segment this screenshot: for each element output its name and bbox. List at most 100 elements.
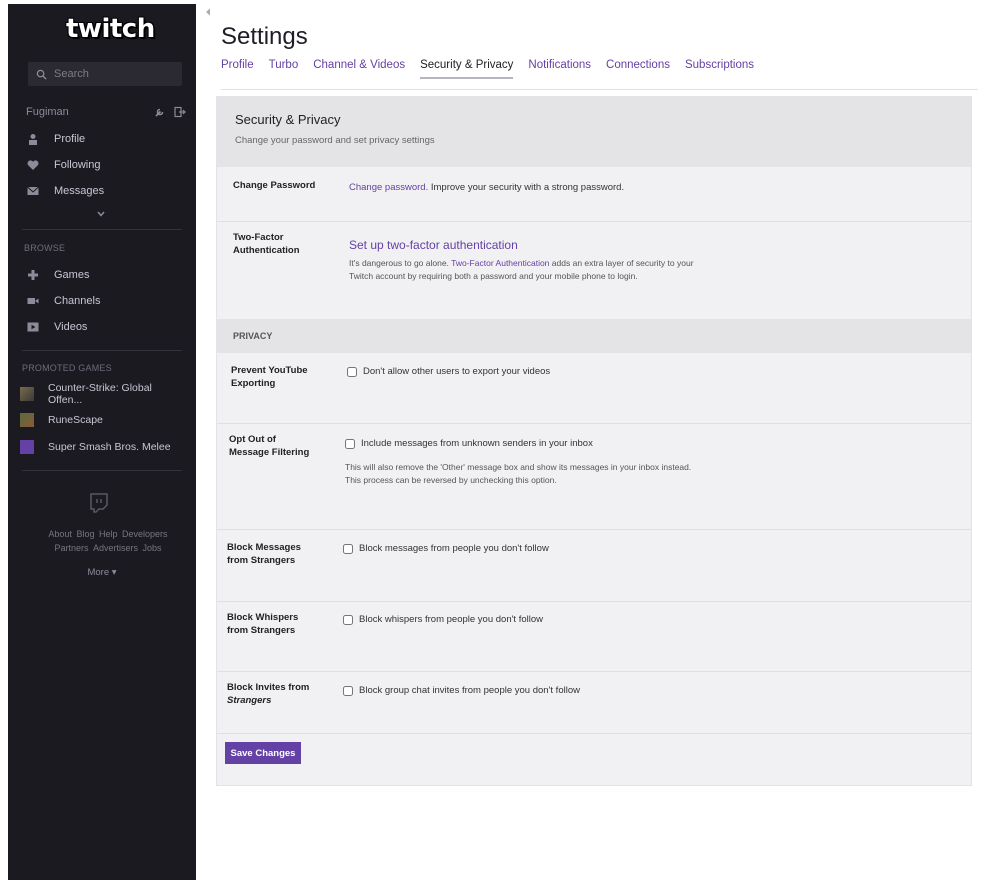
sidebar-item-label: Games bbox=[54, 269, 90, 281]
message-filtering-checkbox-label: Include messages from unknown senders in… bbox=[361, 438, 593, 449]
block-whispers-option[interactable]: Block whispers from people you don't fol… bbox=[343, 614, 543, 625]
sidebar: twitch Fugiman Profile Following Message… bbox=[8, 4, 196, 880]
footer-link-blog[interactable]: Blog bbox=[76, 529, 94, 539]
tab-profile[interactable]: Profile bbox=[221, 59, 254, 79]
block-messages-option[interactable]: Block messages from people you don't fol… bbox=[343, 543, 549, 554]
footer-link-jobs[interactable]: Jobs bbox=[143, 543, 162, 553]
promoted-game-smash[interactable]: Super Smash Bros. Melee bbox=[20, 438, 188, 456]
message-filtering-label: Opt Out of Message Filtering bbox=[229, 433, 334, 459]
promoted-game-csgo[interactable]: Counter-Strike: Global Offen... bbox=[20, 382, 188, 406]
sidebar-item-videos[interactable]: Videos bbox=[26, 318, 186, 336]
block-invites-checkbox[interactable] bbox=[343, 685, 353, 696]
block-messages-label-line2: from Strangers bbox=[227, 555, 296, 566]
two-factor-help-pre: It's dangerous to go alone. bbox=[349, 258, 449, 268]
two-factor-label-line1: Two-Factor bbox=[233, 232, 284, 243]
user-row: Fugiman bbox=[26, 106, 186, 118]
tab-security-privacy[interactable]: Security & Privacy bbox=[420, 59, 514, 79]
block-invites-label-line2: Strangers bbox=[227, 695, 272, 706]
message-filtering-help: This will also remove the 'Other' messag… bbox=[345, 462, 692, 485]
logout-icon[interactable] bbox=[174, 106, 186, 118]
person-icon bbox=[26, 132, 40, 146]
settings-panel: Security & Privacy Change your password … bbox=[216, 96, 972, 786]
sidebar-divider bbox=[22, 350, 182, 351]
change-password-label: Change Password bbox=[233, 180, 316, 191]
footer-link-help[interactable]: Help bbox=[99, 529, 118, 539]
twitch-logo[interactable]: twitch bbox=[66, 14, 155, 44]
block-invites-checkbox-label: Block group chat invites from people you… bbox=[359, 685, 580, 696]
change-password-text: Improve your security with a strong pass… bbox=[430, 182, 625, 193]
sidebar-item-messages[interactable]: Messages bbox=[26, 182, 186, 200]
change-password-row: Change password. Improve your security w… bbox=[349, 182, 624, 193]
youtube-export-label: Prevent YouTube Exporting bbox=[231, 364, 336, 390]
page-title: Settings bbox=[221, 23, 308, 50]
panel-subtitle: Change your password and set privacy set… bbox=[235, 135, 435, 146]
more-dropdown[interactable]: More ▾ bbox=[8, 567, 196, 578]
sidebar-item-label: Videos bbox=[54, 321, 88, 333]
message-filtering-option[interactable]: Include messages from unknown senders in… bbox=[345, 438, 593, 449]
heart-icon bbox=[26, 158, 40, 172]
tab-subscriptions[interactable]: Subscriptions bbox=[685, 59, 754, 79]
promoted-game-runescape[interactable]: RuneScape bbox=[20, 411, 188, 429]
change-password-link[interactable]: Change password. bbox=[349, 182, 428, 193]
block-whispers-label-line1: Block Whispers bbox=[227, 612, 299, 623]
tab-notifications[interactable]: Notifications bbox=[528, 59, 591, 79]
footer-link-advertisers[interactable]: Advertisers bbox=[93, 543, 138, 553]
two-factor-help: It's dangerous to go alone. Two-Factor A… bbox=[349, 257, 709, 283]
row-divider bbox=[217, 733, 971, 734]
sidebar-item-label: Messages bbox=[54, 185, 105, 197]
message-filtering-checkbox[interactable] bbox=[345, 438, 355, 449]
sidebar-divider bbox=[22, 470, 182, 471]
game-thumbnail bbox=[20, 413, 34, 427]
footer-link-developers[interactable]: Developers bbox=[122, 529, 168, 539]
row-divider bbox=[217, 529, 971, 530]
sidebar-item-channels[interactable]: Channels bbox=[26, 292, 186, 310]
two-factor-label-line2: Authentication bbox=[233, 245, 300, 256]
block-messages-checkbox[interactable] bbox=[343, 543, 353, 554]
block-messages-checkbox-label: Block messages from people you don't fol… bbox=[359, 543, 549, 554]
youtube-export-label-line1: Prevent YouTube bbox=[231, 365, 308, 376]
browse-heading: BROWSE bbox=[24, 243, 66, 253]
block-invites-label-line1: Block Invites from bbox=[227, 682, 310, 693]
panel-header: Security & Privacy Change your password … bbox=[217, 97, 971, 167]
block-whispers-label-line2: from Strangers bbox=[227, 625, 296, 636]
two-factor-help-link[interactable]: Two-Factor Authentication bbox=[451, 258, 549, 268]
privacy-section-header: PRIVACY bbox=[217, 319, 971, 353]
gamepad-icon bbox=[26, 268, 40, 282]
tabs-divider bbox=[221, 89, 978, 90]
settings-tabs: Profile Turbo Channel & Videos Security … bbox=[221, 59, 769, 79]
row-divider bbox=[217, 423, 971, 424]
tab-turbo[interactable]: Turbo bbox=[269, 59, 299, 79]
block-invites-label: Block Invites from Strangers bbox=[227, 681, 332, 707]
sidebar-item-profile[interactable]: Profile bbox=[26, 130, 186, 148]
footer-link-about[interactable]: About bbox=[48, 529, 72, 539]
save-changes-button[interactable]: Save Changes bbox=[225, 742, 301, 764]
sidebar-item-following[interactable]: Following bbox=[26, 156, 186, 174]
panel-title: Security & Privacy bbox=[235, 112, 341, 127]
collapse-sidebar-icon[interactable] bbox=[205, 8, 211, 16]
two-factor-setup-link[interactable]: Set up two-factor authentication bbox=[349, 238, 518, 252]
footer-links: About Blog Help Developers Partners Adve… bbox=[28, 527, 188, 555]
block-invites-option[interactable]: Block group chat invites from people you… bbox=[343, 685, 580, 696]
search-input[interactable] bbox=[54, 68, 174, 80]
chevron-down-icon[interactable] bbox=[96, 209, 106, 219]
search-box[interactable] bbox=[28, 62, 182, 86]
promoted-heading: PROMOTED GAMES bbox=[22, 363, 112, 373]
block-messages-label-line1: Block Messages bbox=[227, 542, 301, 553]
chevron-down-icon: ▾ bbox=[111, 567, 117, 578]
glitch-icon[interactable] bbox=[88, 492, 110, 514]
block-whispers-checkbox[interactable] bbox=[343, 614, 353, 625]
wrench-icon[interactable] bbox=[154, 106, 166, 118]
sidebar-item-games[interactable]: Games bbox=[26, 266, 186, 284]
footer-link-partners[interactable]: Partners bbox=[54, 543, 88, 553]
username[interactable]: Fugiman bbox=[26, 106, 146, 118]
promoted-game-label: Super Smash Bros. Melee bbox=[48, 441, 171, 453]
tab-channel-videos[interactable]: Channel & Videos bbox=[313, 59, 405, 79]
youtube-export-checkbox[interactable] bbox=[347, 366, 357, 377]
more-label: More bbox=[87, 567, 110, 578]
tab-connections[interactable]: Connections bbox=[606, 59, 670, 79]
privacy-heading: PRIVACY bbox=[233, 331, 273, 341]
row-divider bbox=[217, 671, 971, 672]
envelope-icon bbox=[26, 184, 40, 198]
youtube-export-option[interactable]: Don't allow other users to export your v… bbox=[347, 366, 550, 377]
search-icon bbox=[36, 69, 47, 80]
